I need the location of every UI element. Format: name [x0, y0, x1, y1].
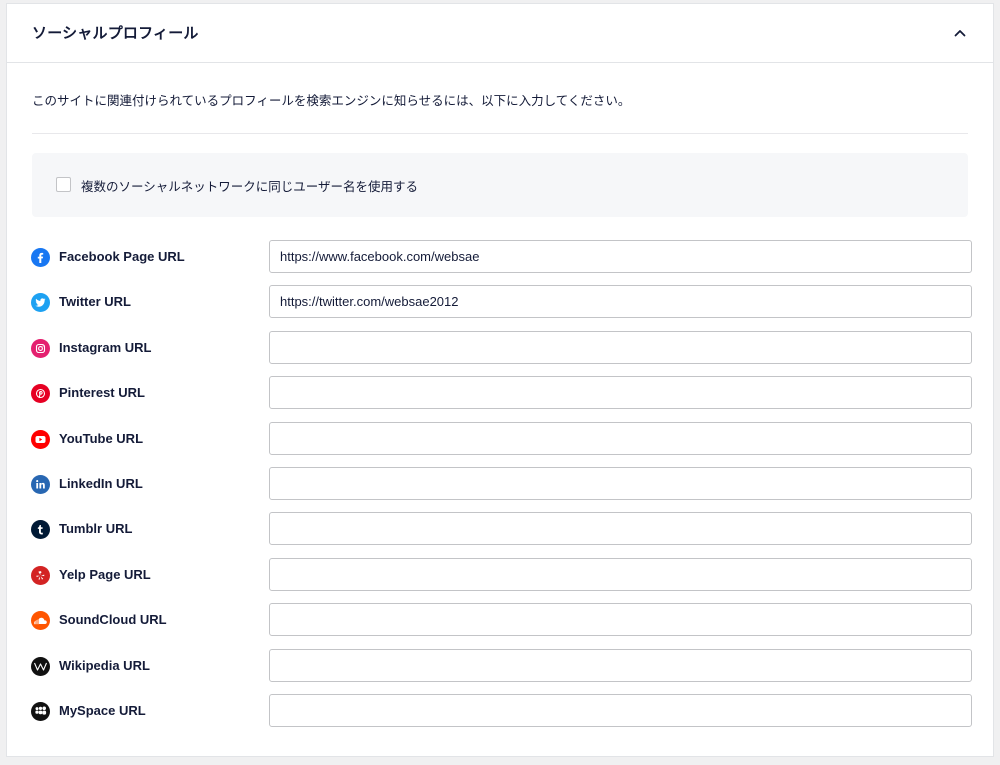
same-username-checkbox[interactable]	[56, 177, 71, 192]
profile-row-yelp-page: Yelp Page URL	[7, 557, 993, 603]
profile-row-tumblr: Tumblr URL	[7, 512, 993, 557]
linkedin-icon	[31, 474, 50, 494]
profile-row-linkedin: LinkedIn URL	[7, 466, 993, 512]
panel-header[interactable]: ソーシャルプロフィール	[7, 4, 993, 63]
instagram-label: Instagram URL	[59, 339, 152, 355]
divider	[32, 133, 968, 134]
wikipedia-label: Wikipedia URL	[59, 657, 150, 673]
pinterest-label: Pinterest URL	[59, 385, 145, 401]
pinterest-icon	[31, 384, 50, 404]
facebook-page-label: Facebook Page URL	[59, 249, 185, 264]
myspace-label: MySpace URL	[59, 702, 146, 718]
profile-row-pinterest: Pinterest URL	[7, 376, 993, 421]
instagram-icon	[31, 338, 50, 358]
profile-row-youtube: YouTube URL	[7, 421, 993, 467]
profile-url-list: Facebook Page URL Twitter URL Instagram …	[7, 240, 993, 739]
myspace-url-input[interactable]	[269, 693, 972, 727]
linkedin-url-input[interactable]	[269, 466, 972, 500]
facebook-page-url-input[interactable]	[269, 240, 972, 273]
soundcloud-icon	[31, 611, 50, 631]
youtube-url-input[interactable]	[269, 421, 972, 455]
yelp-page-label: Yelp Page URL	[59, 566, 151, 582]
panel-title: ソーシャルプロフィール	[32, 24, 199, 42]
yelp-page-url-input[interactable]	[269, 557, 972, 591]
panel-description: このサイトに関連付けられているプロフィールを検索エンジンに知らせるには、以下に入…	[32, 93, 631, 108]
pinterest-url-input[interactable]	[269, 376, 972, 410]
soundcloud-url-input[interactable]	[269, 603, 972, 637]
youtube-label: YouTube URL	[59, 430, 144, 446]
soundcloud-label: SoundCloud URL	[59, 612, 167, 628]
same-username-label[interactable]: 複数のソーシャルネットワークに同じユーザー名を使用する	[81, 176, 418, 195]
profile-row-soundcloud: SoundCloud URL	[7, 603, 993, 648]
myspace-icon	[31, 701, 50, 721]
chevron-up-icon[interactable]	[949, 22, 971, 44]
twitter-url-input[interactable]	[269, 285, 972, 319]
profile-row-myspace: MySpace URL	[7, 693, 993, 739]
tumblr-icon	[31, 520, 50, 540]
social-profiles-panel: ソーシャルプロフィール このサイトに関連付けられているプロフィールを検索エンジン…	[6, 3, 994, 757]
wikipedia-icon	[31, 656, 50, 676]
youtube-icon	[31, 429, 50, 449]
twitter-icon	[31, 293, 50, 313]
profile-row-facebook-page: Facebook Page URL	[7, 240, 993, 285]
twitter-label: Twitter URL	[59, 294, 131, 310]
facebook-icon	[31, 248, 50, 267]
tumblr-label: Tumblr URL	[59, 521, 133, 537]
profile-row-instagram: Instagram URL	[7, 330, 993, 376]
tumblr-url-input[interactable]	[269, 512, 972, 546]
instagram-url-input[interactable]	[269, 330, 972, 364]
yelp-icon	[31, 565, 50, 585]
wikipedia-url-input[interactable]	[269, 648, 972, 682]
same-username-option: 複数のソーシャルネットワークに同じユーザー名を使用する	[32, 153, 968, 217]
linkedin-label: LinkedIn URL	[59, 475, 143, 491]
profile-row-wikipedia: Wikipedia URL	[7, 648, 993, 694]
profile-row-twitter: Twitter URL	[7, 285, 993, 330]
